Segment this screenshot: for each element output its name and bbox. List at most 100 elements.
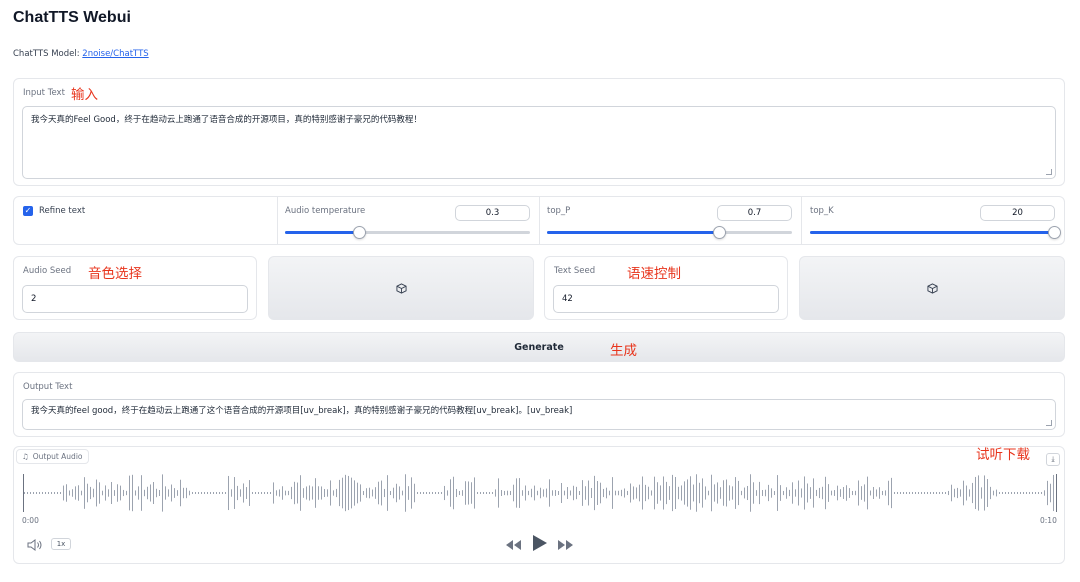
waveform-bar	[951, 484, 952, 502]
top-p-input[interactable]: 0.7	[717, 205, 792, 221]
waveform-bar	[696, 474, 697, 512]
waveform-bar	[741, 490, 742, 496]
waveform-bar	[810, 487, 811, 499]
waveform-bar	[570, 490, 571, 496]
text-seed-input[interactable]: 42	[553, 285, 779, 313]
waveform-bar	[618, 490, 619, 496]
waveform-bar	[174, 488, 175, 498]
audio-seed-label: Audio Seed	[23, 266, 72, 276]
dice-icon	[395, 282, 407, 294]
input-textarea[interactable]: 我今天真的Feel Good，终于在趋动云上跑通了语音合成的开源项目，真的特别感…	[22, 106, 1056, 179]
waveform-bar	[906, 492, 907, 494]
waveform-bar	[369, 487, 370, 499]
waveform-bar	[306, 486, 307, 500]
waveform-bar	[855, 490, 856, 496]
output-textarea[interactable]: 我今天真的feel good，终于在趋动云上跑通了这个语音合成的开源项目[uv_…	[22, 399, 1056, 430]
waveform-bar	[768, 484, 769, 502]
resize-handle-icon[interactable]	[1046, 420, 1052, 426]
audio-temperature-slider[interactable]	[285, 226, 530, 239]
waveform-bar	[930, 492, 931, 494]
waveform-bar	[243, 483, 244, 503]
waveform-bar	[648, 486, 649, 500]
waveform-bar	[870, 490, 871, 496]
waveform-bar	[927, 492, 928, 494]
waveform[interactable]	[22, 472, 1058, 514]
waveform-bar	[132, 474, 133, 512]
text-seed-dice-button[interactable]	[799, 256, 1065, 320]
waveform-bar	[825, 476, 826, 510]
waveform-bar	[471, 482, 472, 504]
waveform-bar	[321, 486, 322, 500]
audio-seed-input[interactable]: 2	[22, 285, 248, 313]
waveform-bar	[117, 484, 118, 502]
waveform-bar	[111, 482, 112, 504]
audio-seed-dice-button[interactable]	[268, 256, 534, 320]
waveform-bar	[105, 485, 106, 501]
waveform-bar	[309, 485, 310, 501]
resize-handle-icon[interactable]	[1046, 169, 1052, 175]
waveform-bar	[537, 490, 538, 496]
slider-thumb[interactable]	[713, 226, 726, 239]
waveform-bar	[960, 489, 961, 497]
waveform-bar	[891, 477, 892, 509]
output-audio-label: Output Audio	[32, 452, 83, 461]
waveform-bar	[804, 476, 805, 510]
waveform-bar	[468, 481, 469, 505]
playback-speed-button[interactable]: 1x	[51, 538, 71, 550]
waveform-bar	[615, 490, 616, 496]
volume-icon[interactable]	[26, 537, 44, 551]
waveform-bar	[657, 482, 658, 504]
waveform-bar	[324, 488, 325, 498]
waveform-bar	[450, 479, 451, 507]
waveform-bar	[978, 475, 979, 511]
refine-text-option[interactable]: ✓ Refine text	[23, 206, 85, 216]
waveform-bar	[456, 488, 457, 498]
waveform-bar	[150, 484, 151, 502]
waveform-bar	[219, 492, 220, 494]
waveform-bar	[567, 487, 568, 499]
waveform-bar	[396, 483, 397, 503]
waveform-cursor	[23, 474, 24, 512]
waveform-bar	[864, 484, 865, 502]
waveform-bar	[687, 479, 688, 507]
model-link[interactable]: 2noise/ChatTTS	[82, 49, 148, 59]
waveform-bar	[333, 490, 334, 496]
waveform-bar	[66, 484, 67, 502]
waveform-bar	[942, 492, 943, 494]
fast-forward-icon[interactable]	[557, 537, 575, 556]
waveform-bar	[165, 486, 166, 500]
top-k-slider[interactable]	[810, 226, 1061, 239]
waveform-bar	[882, 490, 883, 496]
waveform-bar	[636, 487, 637, 499]
waveform-bar	[639, 484, 640, 502]
slider-thumb[interactable]	[1048, 226, 1061, 239]
generate-button[interactable]: Generate	[13, 332, 1065, 362]
waveform-bar	[867, 476, 868, 510]
top-p-slider[interactable]	[547, 226, 792, 239]
audio-temperature-input[interactable]: 0.3	[455, 205, 530, 221]
slider-thumb[interactable]	[353, 226, 366, 239]
waveform-bar	[1020, 492, 1021, 494]
waveform-bar	[633, 486, 634, 500]
waveform-bar	[381, 480, 382, 506]
play-icon[interactable]	[530, 533, 548, 557]
waveform-bar	[546, 488, 547, 498]
waveform-bar	[552, 490, 553, 496]
waveform-bar	[459, 490, 460, 496]
waveform-bar	[1050, 483, 1051, 503]
generate-label: Generate	[514, 341, 564, 353]
waveform-bar	[267, 492, 268, 494]
waveform-bar	[876, 489, 877, 497]
waveform-bar	[903, 492, 904, 494]
refine-text-checkbox[interactable]: ✓	[23, 206, 33, 216]
waveform-bar	[57, 492, 58, 494]
text-seed-panel: Text Seed 语速控制 42	[544, 256, 788, 320]
waveform-bar	[204, 492, 205, 494]
waveform-bar	[852, 490, 853, 496]
waveform-bar	[807, 483, 808, 503]
download-button[interactable]: ⤓	[1046, 453, 1060, 466]
top-k-input[interactable]: 20	[980, 205, 1055, 221]
rewind-icon[interactable]	[504, 537, 522, 556]
waveform-bar	[795, 489, 796, 497]
waveform-bar	[801, 488, 802, 498]
